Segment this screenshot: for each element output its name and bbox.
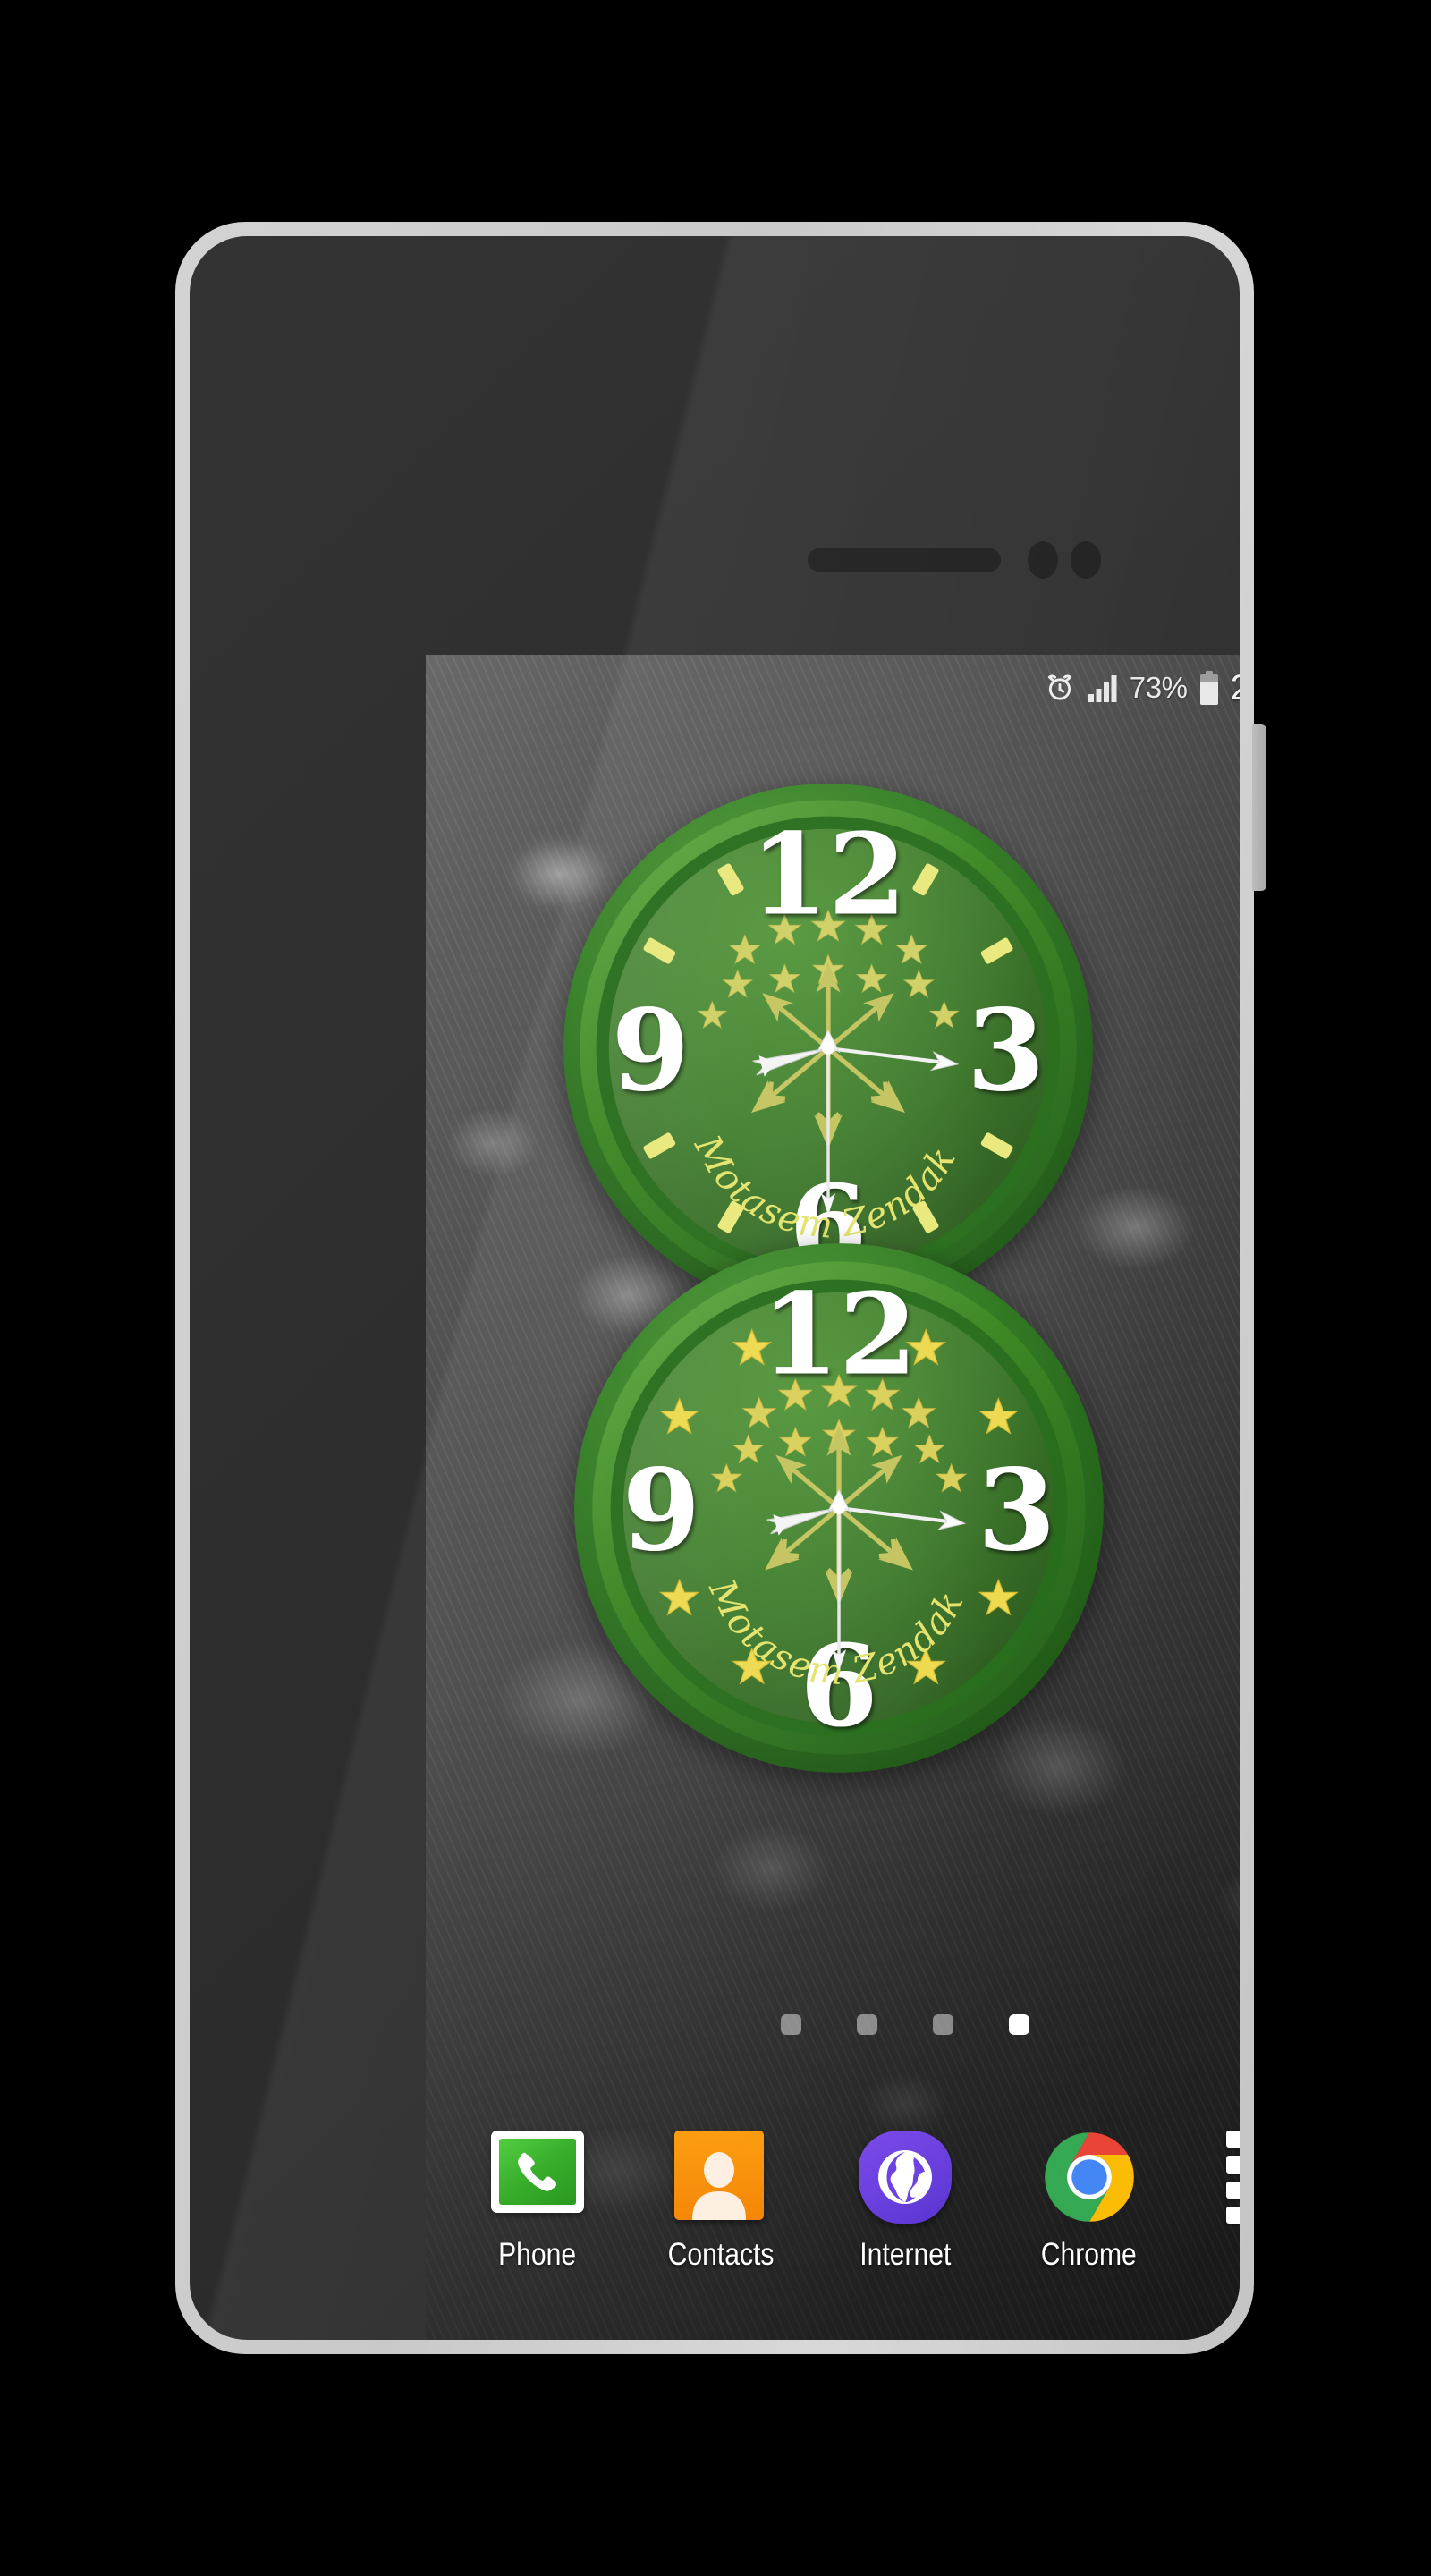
page-dot-4-active[interactable] <box>1009 2014 1029 2035</box>
dock-label-internet: Internet <box>859 2237 952 2272</box>
contacts-icon-wrapper[interactable] <box>674 2131 767 2224</box>
person-silhouette-icon[interactable] <box>674 2131 765 2220</box>
clock-widget-2[interactable]: 12 3 6 9 Motasem Zendaki <box>567 1236 1111 1780</box>
battery-percent-label: 73% <box>1129 671 1188 704</box>
signal-bars-icon <box>1088 674 1118 702</box>
status-bar-clock: 2:31 PM <box>1231 668 1240 708</box>
earpiece-speaker-icon <box>808 548 1001 572</box>
dock-item-contacts[interactable]: Contacts <box>644 2131 798 2273</box>
clock-numeral-9: 9 <box>622 1444 700 1576</box>
dock-item-chrome[interactable]: Chrome <box>1012 2131 1166 2273</box>
chrome-logo-icon[interactable] <box>1043 2131 1136 2224</box>
clock-numeral-12: 12 <box>750 808 907 940</box>
clock-numeral-9: 9 <box>612 984 690 1116</box>
dock-item-phone[interactable]: Phone <box>461 2131 614 2273</box>
dock-label-contacts: Contacts <box>667 2237 775 2272</box>
chrome-icon-wrapper[interactable] <box>1043 2131 1136 2224</box>
phone-icon-wrapper[interactable] <box>490 2131 584 2224</box>
battery-icon <box>1199 671 1219 705</box>
clock-numeral-3: 3 <box>978 1444 1055 1576</box>
dock-bar: Phone Contacts Internet Chrome <box>426 2131 1240 2309</box>
dock-label-phone: Phone <box>498 2237 577 2272</box>
phone-outer-bezel: 73% 2:31 PM <box>175 222 1254 2354</box>
alarm-clock-icon <box>1044 672 1076 704</box>
phone-inner-frame: 73% 2:31 PM <box>190 236 1240 2340</box>
page-dot-3[interactable] <box>933 2014 953 2035</box>
screenshot-stage: 73% 2:31 PM <box>0 0 1431 2576</box>
page-indicator-dots[interactable] <box>426 2014 1240 2035</box>
globe-icon[interactable] <box>858 2131 952 2224</box>
clock-numeral-12: 12 <box>761 1267 918 1400</box>
dock-item-apps[interactable]: Apps <box>1196 2131 1240 2273</box>
proximity-sensor-icon <box>1028 541 1058 579</box>
phone-handset-icon[interactable] <box>490 2131 584 2213</box>
phone-screen: 73% 2:31 PM <box>426 655 1240 2340</box>
clock-numeral-3: 3 <box>967 984 1045 1116</box>
internet-icon-wrapper[interactable] <box>858 2131 952 2224</box>
light-sensor-icon <box>1071 541 1101 579</box>
dock-label-chrome: Chrome <box>1041 2237 1138 2272</box>
apps-grid-icon[interactable] <box>1226 2131 1240 2224</box>
power-button[interactable] <box>1252 724 1266 891</box>
clock-face-2: 12 3 6 9 Motasem Zendaki <box>567 1236 1104 1773</box>
status-bar: 73% 2:31 PM <box>426 655 1240 721</box>
apps-icon-wrapper[interactable] <box>1226 2131 1240 2224</box>
page-dot-1[interactable] <box>781 2014 801 2035</box>
dock-item-internet[interactable]: Internet <box>828 2131 982 2273</box>
page-dot-2[interactable] <box>857 2014 877 2035</box>
